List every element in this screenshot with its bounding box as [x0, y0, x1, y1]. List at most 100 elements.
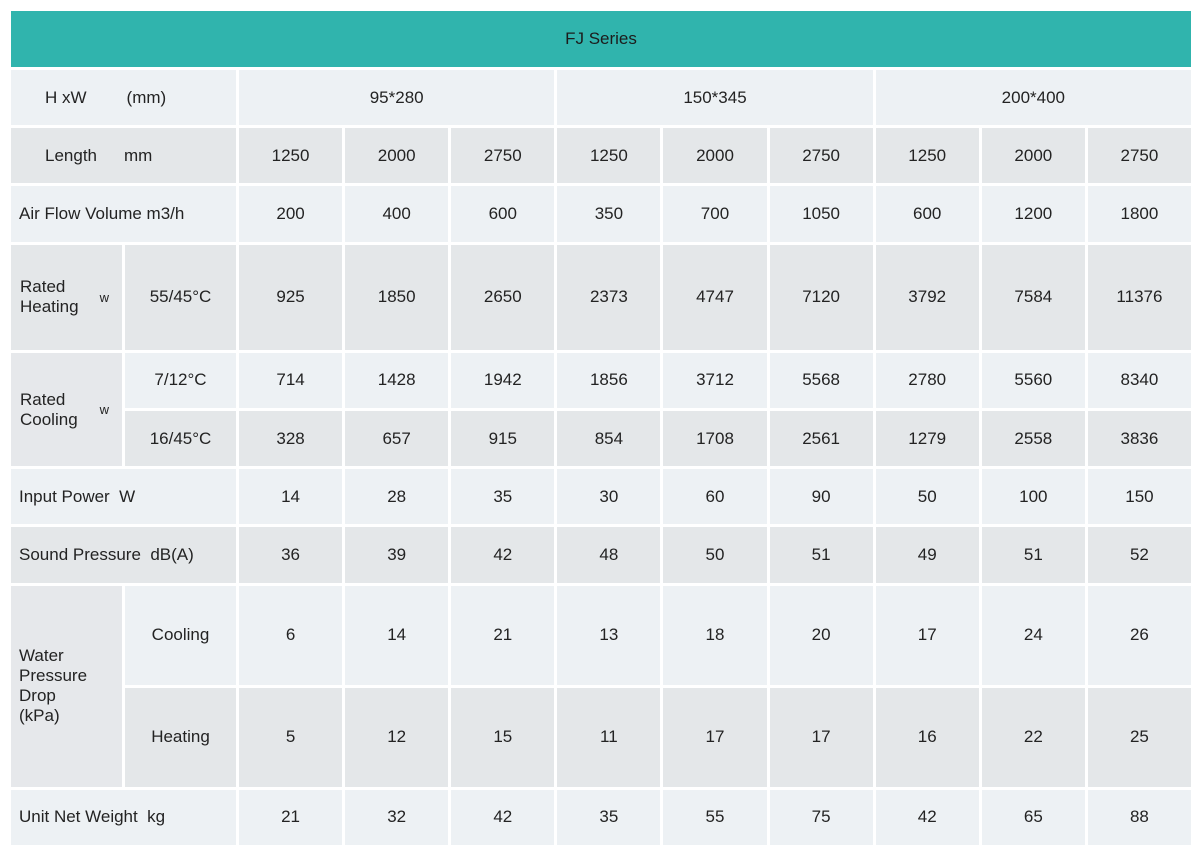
- rated-heating-label-text: Rated Heating: [20, 277, 79, 317]
- rated-heating-value: 2650: [451, 245, 554, 350]
- length-value: 2000: [663, 128, 766, 183]
- size-group-3: 200*400: [876, 70, 1191, 125]
- rated-cooling-row-2: 16/45°C 328 657 915 854 1708 2561 1279 2…: [11, 411, 1191, 466]
- rated-heating-value: 1850: [345, 245, 448, 350]
- sound-pressure-value: 52: [1088, 527, 1191, 582]
- size-group-2: 150*345: [557, 70, 872, 125]
- rated-cooling-value: 915: [451, 411, 554, 466]
- weight-row: Unit Net Weight kg 21 32 42 35 55 75 42 …: [11, 790, 1191, 845]
- weight-value: 75: [770, 790, 873, 845]
- water-pressure-cooling-value: 6: [239, 586, 342, 685]
- rated-heating-value: 2373: [557, 245, 660, 350]
- sound-pressure-row: Sound Pressure dB(A) 36 39 42 48 50 51 4…: [11, 527, 1191, 582]
- input-power-value: 14: [239, 469, 342, 524]
- input-power-row: Input Power W 14 28 35 30 60 90 50 100 1…: [11, 469, 1191, 524]
- rated-cooling-value: 854: [557, 411, 660, 466]
- weight-value: 42: [451, 790, 554, 845]
- rated-heating-row: Rated Heating w 55/45°C 925 1850 2650 23…: [11, 245, 1191, 350]
- water-pressure-cooling-value: 26: [1088, 586, 1191, 685]
- table-title: FJ Series: [11, 11, 1191, 67]
- weight-value: 55: [663, 790, 766, 845]
- weight-value: 35: [557, 790, 660, 845]
- rated-cooling-value: 714: [239, 353, 342, 408]
- length-value: 1250: [557, 128, 660, 183]
- rated-cooling-label-text: Rated Cooling: [20, 390, 78, 430]
- sound-pressure-value: 49: [876, 527, 979, 582]
- input-power-label: Input Power W: [11, 469, 236, 524]
- rated-cooling-value: 2780: [876, 353, 979, 408]
- rated-cooling-value: 2558: [982, 411, 1085, 466]
- water-pressure-cooling-value: 18: [663, 586, 766, 685]
- rated-cooling-value: 5560: [982, 353, 1085, 408]
- length-label-unit: mm: [124, 146, 152, 165]
- sound-pressure-value: 50: [663, 527, 766, 582]
- water-pressure-heating-value: 22: [982, 688, 1085, 787]
- water-pressure-cooling-value: 20: [770, 586, 873, 685]
- water-pressure-cooling-value: 14: [345, 586, 448, 685]
- airflow-value: 1800: [1088, 186, 1191, 241]
- input-power-value: 100: [982, 469, 1085, 524]
- size-header-row: H xW(mm) 95*280 150*345 200*400: [11, 70, 1191, 125]
- water-pressure-cooling-value: 21: [451, 586, 554, 685]
- input-power-value: 30: [557, 469, 660, 524]
- weight-label: Unit Net Weight kg: [11, 790, 236, 845]
- rated-cooling-value: 5568: [770, 353, 873, 408]
- rated-cooling-row-1: Rated Cooling w 7/12°C 714 1428 1942 185…: [11, 353, 1191, 408]
- water-pressure-cooling-value: 13: [557, 586, 660, 685]
- size-label-text: H xW: [45, 88, 87, 107]
- fj-series-spec-table: FJ Series H xW(mm) 95*280 150*345 200*40…: [8, 8, 1194, 848]
- input-power-value: 35: [451, 469, 554, 524]
- airflow-value: 1200: [982, 186, 1085, 241]
- input-power-value: 60: [663, 469, 766, 524]
- rated-heating-value: 3792: [876, 245, 979, 350]
- water-pressure-drop-label: Water Pressure Drop (kPa): [11, 586, 122, 787]
- water-pressure-cooling-value: 17: [876, 586, 979, 685]
- length-value: 2750: [451, 128, 554, 183]
- rated-heating-label: Rated Heating w: [11, 245, 122, 350]
- length-value: 2000: [345, 128, 448, 183]
- sound-pressure-value: 36: [239, 527, 342, 582]
- water-pressure-cooling-label: Cooling: [125, 586, 236, 685]
- length-value: 1250: [876, 128, 979, 183]
- input-power-value: 150: [1088, 469, 1191, 524]
- length-value: 1250: [239, 128, 342, 183]
- rated-cooling-value: 1428: [345, 353, 448, 408]
- water-pressure-heating-value: 17: [770, 688, 873, 787]
- weight-value: 88: [1088, 790, 1191, 845]
- size-label-unit: (mm): [127, 88, 167, 107]
- rated-cooling-value: 8340: [1088, 353, 1191, 408]
- rated-heating-unit: w: [100, 290, 109, 305]
- sound-pressure-label: Sound Pressure dB(A): [11, 527, 236, 582]
- rated-cooling-value: 1708: [663, 411, 766, 466]
- weight-value: 65: [982, 790, 1085, 845]
- weight-value: 32: [345, 790, 448, 845]
- sound-pressure-value: 39: [345, 527, 448, 582]
- sound-pressure-value: 51: [982, 527, 1085, 582]
- length-value: 2750: [770, 128, 873, 183]
- rated-heating-value: 7584: [982, 245, 1085, 350]
- water-pressure-heating-value: 25: [1088, 688, 1191, 787]
- rated-cooling-value: 2561: [770, 411, 873, 466]
- rated-cooling-value: 328: [239, 411, 342, 466]
- rated-heating-value: 925: [239, 245, 342, 350]
- sound-pressure-value: 51: [770, 527, 873, 582]
- airflow-label: Air Flow Volume m3/h: [11, 186, 236, 241]
- length-label: Length mm: [11, 128, 236, 183]
- airflow-value: 600: [876, 186, 979, 241]
- water-pressure-heating-value: 17: [663, 688, 766, 787]
- rated-cooling-value: 657: [345, 411, 448, 466]
- airflow-value: 350: [557, 186, 660, 241]
- airflow-value: 600: [451, 186, 554, 241]
- rated-cooling-unit: w: [100, 402, 109, 417]
- title-row: FJ Series: [11, 11, 1191, 67]
- airflow-value: 200: [239, 186, 342, 241]
- rated-cooling-value: 1942: [451, 353, 554, 408]
- input-power-value: 50: [876, 469, 979, 524]
- rated-cooling-condition-2: 16/45°C: [125, 411, 236, 466]
- length-value: 2750: [1088, 128, 1191, 183]
- water-pressure-heating-value: 12: [345, 688, 448, 787]
- weight-value: 21: [239, 790, 342, 845]
- rated-heating-condition: 55/45°C: [125, 245, 236, 350]
- length-label-text: Length: [45, 146, 97, 165]
- water-pressure-heating-value: 5: [239, 688, 342, 787]
